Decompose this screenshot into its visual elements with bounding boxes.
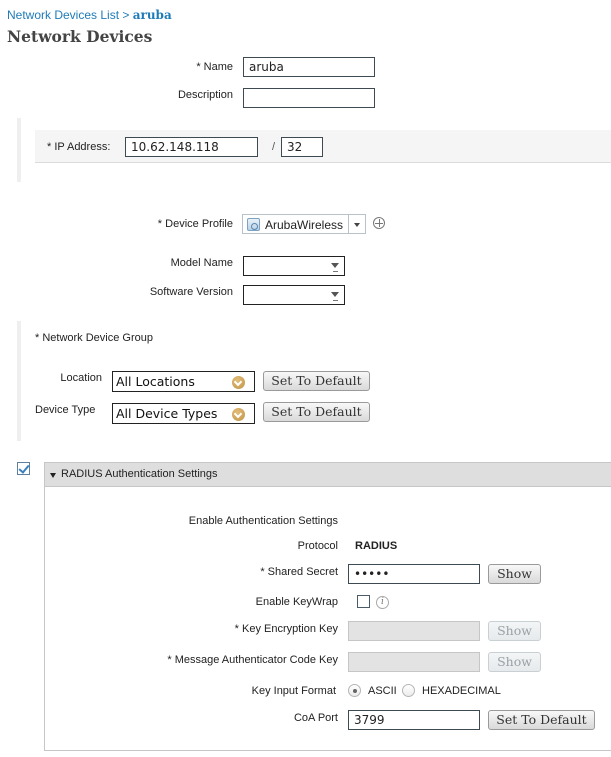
protocol-value: RADIUS <box>355 540 398 552</box>
section-divider <box>17 321 21 441</box>
enable-keywrap-label: Enable KeyWrap <box>255 596 338 608</box>
collapse-triangle-icon <box>50 473 56 478</box>
key-encryption-key-input[interactable] <box>348 621 480 641</box>
chevron-down-icon <box>354 223 360 227</box>
message-authenticator-code-key-input[interactable] <box>348 652 480 672</box>
device-profile-icon <box>247 218 260 231</box>
radius-panel-title: RADIUS Authentication Settings <box>61 468 218 480</box>
device-type-value: All Device Types <box>116 406 218 421</box>
breadcrumb-current: aruba <box>132 8 172 22</box>
name-input[interactable]: aruba <box>243 57 375 77</box>
dropdown-underline <box>333 271 338 272</box>
device-type-set-default-button[interactable]: Set To Default <box>263 402 370 422</box>
dropdown-underline <box>333 300 338 301</box>
enable-keywrap-checkbox[interactable] <box>357 595 370 608</box>
location-set-default-button[interactable]: Set To Default <box>263 371 370 391</box>
device-profile-label: * Device Profile <box>157 218 233 230</box>
info-icon[interactable]: i <box>376 596 389 609</box>
format-hexadecimal-label: HEXADECIMAL <box>422 685 501 697</box>
message-authenticator-code-key-show-button[interactable]: Show <box>488 652 541 672</box>
chevron-down-icon <box>331 263 339 268</box>
description-label: Description <box>177 89 233 101</box>
breadcrumb-parent-link[interactable]: Network Devices List <box>7 8 119 22</box>
model-name-select[interactable] <box>243 256 345 276</box>
device-profile-select[interactable]: ArubaWireless <box>242 214 366 234</box>
ip-address-input[interactable]: 10.62.148.118 <box>125 137 258 157</box>
format-ascii-label: ASCII <box>368 685 397 697</box>
name-label: * Name <box>196 61 233 73</box>
format-hexadecimal-radio[interactable] <box>402 684 415 697</box>
enable-auth-settings-label: Enable Authentication Settings <box>188 515 338 527</box>
ip-address-row <box>35 130 611 163</box>
page-title: Network Devices <box>7 27 153 46</box>
shared-secret-show-button[interactable]: Show <box>488 564 541 584</box>
location-label: Location <box>60 372 102 384</box>
chevron-down-icon <box>232 376 245 389</box>
shared-secret-input[interactable]: ••••• <box>348 564 480 584</box>
software-version-label: Software Version <box>149 286 233 298</box>
ip-slash: / <box>272 141 276 153</box>
format-ascii-radio[interactable] <box>348 684 361 697</box>
shared-secret-label: * Shared Secret <box>260 566 338 578</box>
coa-port-set-default-button[interactable]: Set To Default <box>488 710 595 730</box>
radius-enable-checkbox[interactable] <box>17 462 30 475</box>
key-encryption-key-label: * Key Encryption Key <box>234 623 338 635</box>
chevron-down-icon <box>331 292 339 297</box>
device-type-label: Device Type <box>35 404 96 416</box>
key-input-format-label: Key Input Format <box>251 685 336 697</box>
message-authenticator-code-key-label: * Message Authenticator Code Key <box>167 654 338 666</box>
location-select[interactable]: All Locations <box>112 371 255 392</box>
add-profile-crosshair-icon[interactable] <box>373 217 385 229</box>
breadcrumb: Network Devices List > aruba <box>7 8 172 22</box>
chevron-down-icon <box>232 408 245 421</box>
ip-mask-input[interactable]: 32 <box>281 137 323 157</box>
radius-panel-header[interactable]: RADIUS Authentication Settings <box>45 463 611 487</box>
dropdown-separator <box>348 215 349 233</box>
key-encryption-key-show-button[interactable]: Show <box>488 621 541 641</box>
software-version-select[interactable] <box>243 285 345 305</box>
coa-port-input[interactable]: 3799 <box>348 710 480 730</box>
section-divider <box>17 118 21 182</box>
coa-port-label: CoA Port <box>293 712 338 724</box>
protocol-label: Protocol <box>297 540 338 552</box>
device-type-select[interactable]: All Device Types <box>112 403 255 424</box>
breadcrumb-separator: > <box>122 8 130 22</box>
location-value: All Locations <box>116 374 195 389</box>
device-profile-value: ArubaWireless <box>265 218 344 232</box>
model-name-label: Model Name <box>170 257 233 269</box>
description-input[interactable] <box>243 88 375 108</box>
network-device-group-title: * Network Device Group <box>35 332 153 344</box>
ip-address-label: * IP Address: <box>47 141 111 153</box>
